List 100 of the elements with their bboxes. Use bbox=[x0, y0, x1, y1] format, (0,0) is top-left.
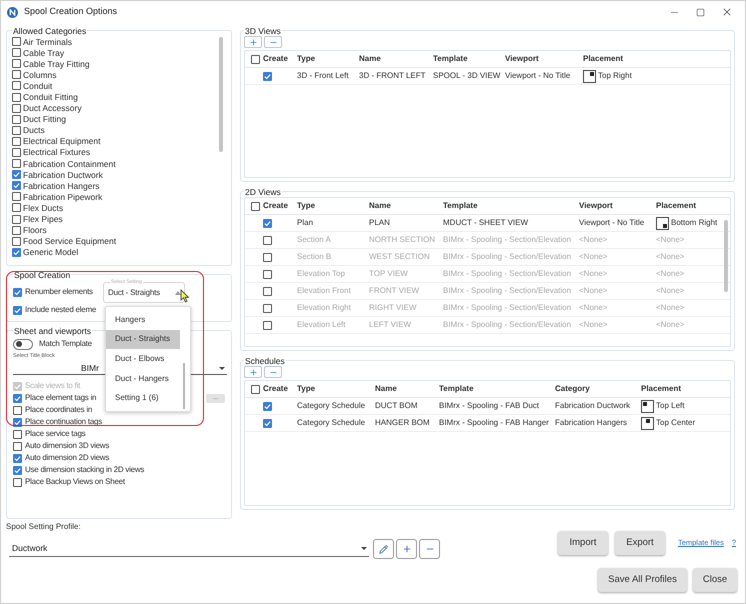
checkbox[interactable] bbox=[12, 48, 21, 58]
column-header: Template bbox=[443, 200, 479, 212]
table-cell-text: <None> bbox=[579, 285, 608, 297]
checkbox[interactable] bbox=[12, 148, 21, 157]
category-label: Generic Model bbox=[23, 247, 78, 258]
checkbox[interactable] bbox=[13, 430, 22, 438]
category-label: Fabrication Containment bbox=[23, 158, 116, 169]
close-button[interactable]: Close bbox=[693, 568, 737, 592]
checkbox[interactable] bbox=[12, 81, 21, 90]
table-cell: Bottom Right bbox=[671, 217, 718, 229]
checkbox[interactable] bbox=[12, 104, 21, 113]
close-icon[interactable] bbox=[721, 6, 733, 18]
checkbox[interactable] bbox=[13, 442, 22, 450]
table-cell-text: Plan bbox=[297, 217, 314, 229]
checkbox[interactable] bbox=[12, 126, 21, 135]
section-legend: 2D Views bbox=[244, 187, 282, 197]
category-label: Floors bbox=[23, 225, 47, 236]
plus-icon bbox=[248, 368, 258, 376]
checkbox[interactable] bbox=[263, 218, 272, 228]
option-label: Place element tags in bbox=[25, 392, 96, 404]
maximize-icon[interactable] bbox=[696, 8, 705, 16]
checkbox[interactable] bbox=[12, 37, 21, 46]
checkbox[interactable] bbox=[12, 136, 21, 146]
checkbox[interactable] bbox=[12, 214, 21, 224]
remove-button[interactable] bbox=[264, 36, 282, 48]
checkbox[interactable] bbox=[12, 192, 21, 202]
table-cell: <None> bbox=[656, 302, 684, 314]
checkbox[interactable] bbox=[12, 203, 21, 212]
table-cell-text: Section A bbox=[297, 234, 332, 246]
table-cell: <None> bbox=[656, 234, 684, 246]
checkbox[interactable] bbox=[13, 394, 22, 402]
save-all-profiles-button[interactable]: Save All Profiles bbox=[598, 568, 687, 592]
scrollbar[interactable] bbox=[724, 220, 728, 292]
table-cell-text: FRONT VIEW bbox=[369, 285, 420, 297]
checkbox[interactable] bbox=[12, 236, 21, 246]
table-cell-text: RIGHT VIEW bbox=[369, 302, 418, 314]
table-cell-text: BIMrx - Spooling - Section/Elevation bbox=[443, 285, 572, 297]
checkbox[interactable] bbox=[13, 418, 22, 426]
checkbox[interactable] bbox=[12, 70, 21, 80]
checkbox[interactable] bbox=[13, 466, 22, 474]
edit-button[interactable] bbox=[373, 539, 394, 559]
section-legend: 3D Views bbox=[244, 26, 282, 36]
remove-button[interactable] bbox=[419, 539, 440, 559]
section-legend: Schedules bbox=[244, 356, 286, 366]
checkbox[interactable] bbox=[263, 72, 272, 80]
checkbox[interactable] bbox=[13, 406, 22, 414]
scrollbar[interactable] bbox=[183, 363, 185, 409]
option-label: Auto dimension 3D views bbox=[25, 440, 110, 452]
checkbox[interactable] bbox=[12, 170, 21, 180]
checkbox[interactable] bbox=[12, 226, 21, 235]
checkbox[interactable] bbox=[13, 454, 22, 462]
export-button[interactable]: Export bbox=[614, 531, 665, 555]
column-header: Placement bbox=[656, 200, 698, 212]
scrollbar[interactable] bbox=[219, 37, 223, 152]
checkbox[interactable] bbox=[13, 478, 22, 486]
checkbox[interactable] bbox=[251, 54, 260, 64]
add-button[interactable] bbox=[244, 366, 262, 378]
section-legend: Spool Creation bbox=[13, 270, 72, 280]
menu-item[interactable]: Duct - Straights bbox=[106, 330, 180, 350]
toggle-label: Match Template bbox=[39, 338, 92, 350]
checkbox[interactable] bbox=[12, 248, 21, 257]
table-cell-text: Viewport - No Title bbox=[505, 70, 572, 82]
table-cell: Top Left bbox=[656, 400, 684, 412]
add-button[interactable] bbox=[244, 36, 262, 48]
profile-select[interactable]: Ductwork bbox=[9, 541, 369, 557]
checkbox[interactable] bbox=[12, 159, 21, 168]
table-cell-text: 3D - Front Left bbox=[297, 70, 350, 82]
import-button[interactable]: Import bbox=[558, 531, 608, 555]
checkbox[interactable] bbox=[13, 306, 22, 314]
checkbox[interactable] bbox=[12, 114, 21, 124]
table-cell: Top Right bbox=[598, 70, 632, 82]
category-label: Conduit bbox=[23, 80, 52, 91]
remove-button[interactable] bbox=[264, 366, 282, 378]
checkbox[interactable] bbox=[12, 181, 21, 190]
toggle-switch[interactable] bbox=[13, 338, 33, 350]
table-cell-text: HANGER BOM bbox=[375, 417, 431, 429]
add-button[interactable] bbox=[396, 539, 417, 559]
checkbox[interactable] bbox=[251, 384, 260, 394]
option-label: Place service tags bbox=[25, 428, 86, 440]
menu-item[interactable]: Hangers bbox=[106, 310, 180, 330]
checkbox[interactable] bbox=[12, 92, 21, 102]
category-label: Duct Fitting bbox=[23, 114, 66, 124]
column-header: Name bbox=[359, 53, 382, 65]
column-header: Type bbox=[297, 383, 316, 395]
checkbox[interactable] bbox=[12, 59, 21, 68]
category-label: Air Terminals bbox=[23, 36, 72, 47]
table-cell-text: Category Schedule bbox=[297, 417, 366, 429]
option-label: Renumber elements bbox=[25, 286, 93, 298]
table-cell-text: Fabrication Ductwork bbox=[555, 400, 632, 412]
checkbox[interactable] bbox=[263, 402, 272, 410]
menu-item[interactable]: Setting 1 (6) bbox=[106, 388, 180, 408]
table-cell: <None> bbox=[656, 268, 684, 280]
profile-label: Spool Setting Profile: bbox=[6, 521, 82, 533]
option-label: Place continuation tags bbox=[25, 416, 102, 428]
column-header: Create bbox=[263, 200, 288, 212]
checkbox[interactable] bbox=[251, 202, 260, 210]
column-header: Placement bbox=[641, 383, 682, 395]
checkbox[interactable] bbox=[263, 418, 272, 428]
checkbox[interactable] bbox=[13, 288, 22, 296]
table-cell-text: PLAN bbox=[369, 217, 391, 229]
